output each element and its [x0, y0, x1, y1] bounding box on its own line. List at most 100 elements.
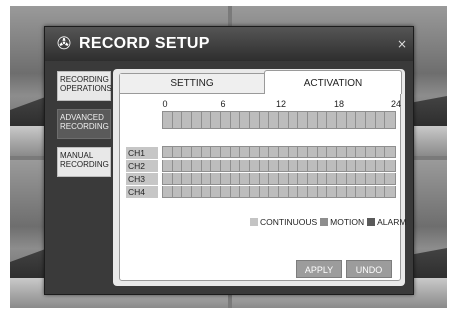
- hour-cell[interactable]: [289, 186, 299, 197]
- hour-cell[interactable]: [260, 112, 270, 128]
- hour-cell[interactable]: [376, 160, 386, 171]
- hour-cell[interactable]: [385, 112, 395, 128]
- hour-cell[interactable]: [356, 147, 366, 157]
- hour-cell[interactable]: [366, 160, 376, 171]
- close-button[interactable]: ×: [395, 37, 409, 51]
- hour-cell[interactable]: [202, 173, 212, 184]
- hour-cell[interactable]: [240, 112, 250, 128]
- hour-cell[interactable]: [192, 160, 202, 171]
- hour-cell[interactable]: [327, 160, 337, 171]
- hour-cell[interactable]: [211, 147, 221, 157]
- hour-cell[interactable]: [173, 112, 183, 128]
- hour-cell[interactable]: [250, 147, 260, 157]
- hour-cell[interactable]: [163, 173, 173, 184]
- hour-cell[interactable]: [260, 186, 270, 197]
- hour-cell[interactable]: [221, 173, 231, 184]
- tab-setting[interactable]: SETTING: [120, 74, 264, 94]
- hour-cell[interactable]: [211, 112, 221, 128]
- time-selector-row[interactable]: [162, 111, 396, 129]
- hour-cell[interactable]: [231, 147, 241, 157]
- hour-cell[interactable]: [279, 160, 289, 171]
- hour-cell[interactable]: [231, 112, 241, 128]
- hour-cell[interactable]: [298, 186, 308, 197]
- hour-cell[interactable]: [173, 160, 183, 171]
- hour-cell[interactable]: [327, 112, 337, 128]
- hour-cell[interactable]: [250, 112, 260, 128]
- hour-cell[interactable]: [318, 186, 328, 197]
- side-item-advanced-recording[interactable]: ADVANCED RECORDING: [57, 109, 111, 139]
- hour-cell[interactable]: [385, 147, 395, 157]
- hour-cell[interactable]: [279, 173, 289, 184]
- hour-cell[interactable]: [356, 186, 366, 197]
- hour-cell[interactable]: [231, 173, 241, 184]
- hour-cell[interactable]: [366, 173, 376, 184]
- hour-cell[interactable]: [347, 112, 357, 128]
- hour-cell[interactable]: [385, 160, 395, 171]
- hour-cell[interactable]: [260, 173, 270, 184]
- hour-cell[interactable]: [366, 147, 376, 157]
- hour-cell[interactable]: [231, 160, 241, 171]
- hour-cell[interactable]: [173, 173, 183, 184]
- hour-cell[interactable]: [347, 147, 357, 157]
- hour-cell[interactable]: [318, 147, 328, 157]
- hour-cell[interactable]: [308, 160, 318, 171]
- hour-cell[interactable]: [376, 112, 386, 128]
- hour-cell[interactable]: [356, 160, 366, 171]
- hour-cell[interactable]: [318, 112, 328, 128]
- hour-cell[interactable]: [298, 160, 308, 171]
- hour-cell[interactable]: [347, 173, 357, 184]
- channel-schedule-ch1[interactable]: [162, 146, 396, 158]
- hour-cell[interactable]: [337, 112, 347, 128]
- hour-cell[interactable]: [337, 173, 347, 184]
- hour-cell[interactable]: [385, 186, 395, 197]
- hour-cell[interactable]: [163, 147, 173, 157]
- channel-schedule-ch3[interactable]: [162, 173, 396, 185]
- hour-cell[interactable]: [250, 186, 260, 197]
- undo-button[interactable]: UNDO: [346, 260, 392, 278]
- hour-cell[interactable]: [182, 186, 192, 197]
- hour-cell[interactable]: [308, 173, 318, 184]
- hour-cell[interactable]: [173, 186, 183, 197]
- hour-cell[interactable]: [211, 186, 221, 197]
- hour-cell[interactable]: [327, 186, 337, 197]
- hour-cell[interactable]: [202, 160, 212, 171]
- hour-cell[interactable]: [163, 112, 173, 128]
- hour-cell[interactable]: [376, 173, 386, 184]
- hour-cell[interactable]: [298, 112, 308, 128]
- hour-cell[interactable]: [250, 160, 260, 171]
- side-item-manual-recording[interactable]: MANUAL RECORDING: [57, 147, 111, 177]
- hour-cell[interactable]: [298, 173, 308, 184]
- hour-cell[interactable]: [173, 147, 183, 157]
- hour-cell[interactable]: [182, 160, 192, 171]
- hour-cell[interactable]: [221, 147, 231, 157]
- hour-cell[interactable]: [250, 173, 260, 184]
- hour-cell[interactable]: [337, 160, 347, 171]
- hour-cell[interactable]: [269, 186, 279, 197]
- hour-cell[interactable]: [260, 147, 270, 157]
- hour-cell[interactable]: [211, 173, 221, 184]
- hour-cell[interactable]: [356, 173, 366, 184]
- hour-cell[interactable]: [376, 186, 386, 197]
- hour-cell[interactable]: [182, 112, 192, 128]
- hour-cell[interactable]: [366, 112, 376, 128]
- hour-cell[interactable]: [289, 160, 299, 171]
- hour-cell[interactable]: [192, 112, 202, 128]
- hour-cell[interactable]: [279, 112, 289, 128]
- hour-cell[interactable]: [347, 160, 357, 171]
- hour-cell[interactable]: [260, 160, 270, 171]
- hour-cell[interactable]: [231, 186, 241, 197]
- hour-cell[interactable]: [202, 112, 212, 128]
- tab-activation[interactable]: ACTIVATION: [264, 70, 402, 94]
- channel-schedule-ch4[interactable]: [162, 186, 396, 198]
- hour-cell[interactable]: [308, 112, 318, 128]
- hour-cell[interactable]: [240, 160, 250, 171]
- hour-cell[interactable]: [163, 160, 173, 171]
- hour-cell[interactable]: [221, 186, 231, 197]
- hour-cell[interactable]: [308, 186, 318, 197]
- hour-cell[interactable]: [202, 147, 212, 157]
- hour-cell[interactable]: [192, 147, 202, 157]
- hour-cell[interactable]: [376, 147, 386, 157]
- hour-cell[interactable]: [182, 173, 192, 184]
- hour-cell[interactable]: [202, 186, 212, 197]
- hour-cell[interactable]: [298, 147, 308, 157]
